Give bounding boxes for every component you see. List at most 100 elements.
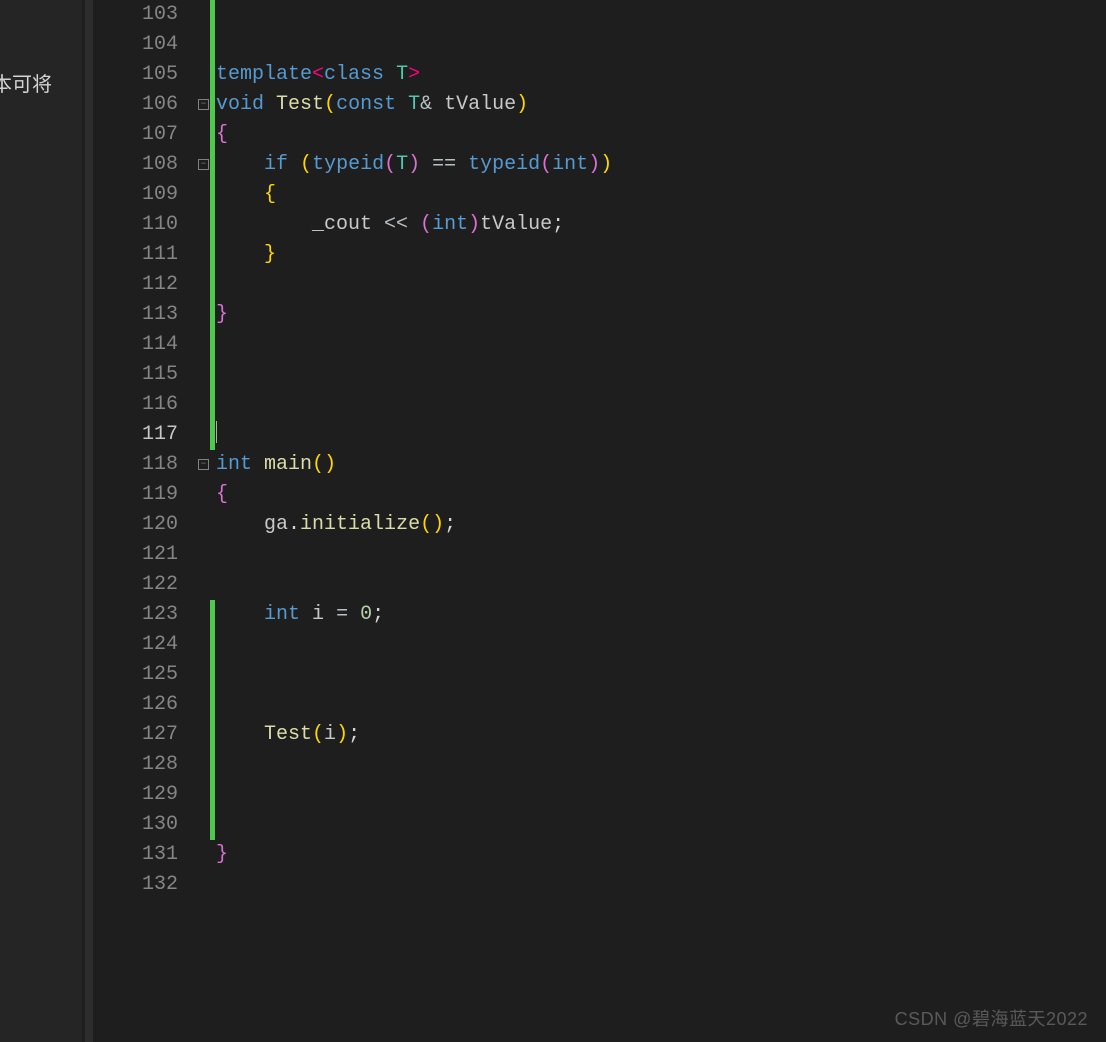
code-line[interactable]: if (typeid(T) == typeid(int))	[216, 150, 1106, 180]
code-token: initialize	[300, 513, 420, 536]
line-number-gutter[interactable]: 1031041051061071081091101111121131141151…	[96, 0, 194, 1042]
code-line[interactable]: _cout << (int)tValue;	[216, 210, 1106, 240]
code-line[interactable]: Test(i);	[216, 720, 1106, 750]
line-number[interactable]: 108	[96, 150, 178, 180]
line-number[interactable]: 128	[96, 750, 178, 780]
line-number[interactable]: 132	[96, 870, 178, 900]
change-indicator	[210, 60, 215, 90]
fold-toggle[interactable]	[198, 459, 209, 470]
line-number[interactable]: 112	[96, 270, 178, 300]
line-number[interactable]: 111	[96, 240, 178, 270]
fold-toggle[interactable]	[198, 99, 209, 110]
code-line[interactable]	[216, 780, 1106, 810]
line-number[interactable]: 116	[96, 390, 178, 420]
code-token: ;	[348, 723, 360, 746]
line-number[interactable]: 129	[96, 780, 178, 810]
code-token: Test	[276, 93, 324, 116]
code-token: (	[324, 93, 336, 116]
code-line[interactable]: }	[216, 300, 1106, 330]
change-indicator	[210, 600, 215, 630]
code-token: T	[396, 153, 408, 176]
line-number[interactable]: 125	[96, 660, 178, 690]
code-line[interactable]: }	[216, 240, 1106, 270]
change-indicator	[210, 210, 215, 240]
line-number[interactable]: 118	[96, 450, 178, 480]
line-number[interactable]: 103	[96, 0, 178, 30]
code-token: <	[312, 63, 324, 86]
code-token: int	[432, 213, 468, 236]
line-number[interactable]: 131	[96, 840, 178, 870]
code-line[interactable]: template<class T>	[216, 60, 1106, 90]
line-number[interactable]: 104	[96, 30, 178, 60]
line-number[interactable]: 113	[96, 300, 178, 330]
side-panel-text: 本可将	[0, 70, 52, 100]
line-number[interactable]: 110	[96, 210, 178, 240]
code-line[interactable]	[216, 30, 1106, 60]
line-number[interactable]: 117	[96, 420, 178, 450]
code-line[interactable]: void Test(const T& tValue)	[216, 90, 1106, 120]
code-line[interactable]	[216, 630, 1106, 660]
line-number[interactable]: 126	[96, 690, 178, 720]
code-line[interactable]: int main()	[216, 450, 1106, 480]
change-indicator	[210, 360, 215, 390]
code-token: typeid	[312, 153, 384, 176]
line-number[interactable]: 107	[96, 120, 178, 150]
code-token	[300, 603, 312, 626]
code-line[interactable]: {	[216, 180, 1106, 210]
code-line[interactable]	[216, 750, 1106, 780]
code-token: (	[420, 213, 432, 236]
line-number[interactable]: 106	[96, 90, 178, 120]
code-line[interactable]: }	[216, 840, 1106, 870]
change-indicator	[210, 390, 215, 420]
code-line[interactable]: {	[216, 480, 1106, 510]
code-token: ;	[552, 213, 564, 236]
line-number[interactable]: 130	[96, 810, 178, 840]
line-number[interactable]: 120	[96, 510, 178, 540]
code-token: typeid	[468, 153, 540, 176]
code-line[interactable]	[216, 870, 1106, 900]
code-token: i	[324, 723, 336, 746]
code-token: (	[384, 153, 396, 176]
code-token: (	[300, 153, 312, 176]
line-number[interactable]: 119	[96, 480, 178, 510]
code-token	[216, 603, 264, 626]
code-token	[216, 153, 264, 176]
line-number[interactable]: 121	[96, 540, 178, 570]
line-number[interactable]: 123	[96, 600, 178, 630]
line-number[interactable]: 115	[96, 360, 178, 390]
code-token: int	[552, 153, 588, 176]
code-line[interactable]: {	[216, 120, 1106, 150]
watermark: CSDN @碧海蓝天2022	[895, 1004, 1088, 1034]
fold-toggle[interactable]	[198, 159, 209, 170]
code-token: {	[216, 123, 228, 146]
code-line[interactable]	[216, 420, 1106, 450]
code-line[interactable]	[216, 390, 1106, 420]
code-line[interactable]	[216, 270, 1106, 300]
line-number[interactable]: 109	[96, 180, 178, 210]
code-line[interactable]: ga.initialize();	[216, 510, 1106, 540]
code-line[interactable]	[216, 0, 1106, 30]
code-token: )	[468, 213, 480, 236]
code-token: T	[408, 93, 420, 116]
code-token: (	[312, 453, 324, 476]
side-panel: 本可将	[0, 0, 82, 1042]
code-token	[216, 213, 312, 236]
code-line[interactable]	[216, 330, 1106, 360]
line-number[interactable]: 114	[96, 330, 178, 360]
code-area[interactable]: template<class T>void Test(const T& tVal…	[216, 0, 1106, 1042]
line-number[interactable]: 124	[96, 630, 178, 660]
code-line[interactable]	[216, 660, 1106, 690]
code-line[interactable]	[216, 810, 1106, 840]
code-line[interactable]	[216, 540, 1106, 570]
code-line[interactable]: int i = 0;	[216, 600, 1106, 630]
line-number[interactable]: 105	[96, 60, 178, 90]
code-token: (	[540, 153, 552, 176]
change-indicator	[210, 420, 215, 450]
line-number[interactable]: 127	[96, 720, 178, 750]
code-editor[interactable]: 1031041051061071081091101111121131141151…	[96, 0, 1106, 1042]
code-token	[216, 183, 264, 206]
code-line[interactable]	[216, 690, 1106, 720]
code-line[interactable]	[216, 360, 1106, 390]
line-number[interactable]: 122	[96, 570, 178, 600]
code-line[interactable]	[216, 570, 1106, 600]
